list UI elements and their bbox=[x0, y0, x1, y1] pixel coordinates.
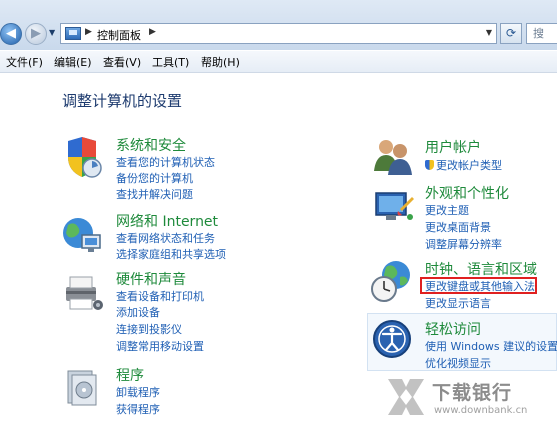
watermark-url: www.downbank.cn bbox=[434, 405, 528, 416]
ease-of-access-icon[interactable] bbox=[370, 317, 414, 361]
link-adjust-screen-resolution[interactable]: 调整屏幕分辨率 bbox=[425, 236, 502, 252]
link-devices-printers[interactable]: 查看设备和打印机 bbox=[116, 288, 204, 304]
programs-icon[interactable] bbox=[60, 365, 104, 409]
breadcrumb-control-panel[interactable]: 控制面板 bbox=[97, 27, 141, 43]
breadcrumb-separator-icon[interactable]: ▶ bbox=[85, 27, 92, 37]
network-internet-icon[interactable] bbox=[60, 213, 104, 257]
menu-help[interactable]: 帮助(H) bbox=[201, 54, 240, 70]
category-ease-of-access[interactable]: 轻松访问 bbox=[425, 319, 481, 339]
link-homegroup-sharing[interactable]: 选择家庭组和共享选项 bbox=[116, 246, 226, 262]
link-view-computer-status[interactable]: 查看您的计算机状态 bbox=[116, 154, 215, 170]
link-get-programs[interactable]: 获得程序 bbox=[116, 401, 160, 417]
control-panel-icon bbox=[65, 27, 81, 40]
link-optimize-video-display[interactable]: 优化视频显示 bbox=[425, 355, 491, 371]
link-mobility-settings[interactable]: 调整常用移动设置 bbox=[116, 338, 204, 354]
watermark-logo-icon bbox=[388, 379, 424, 415]
clock-language-region-icon[interactable] bbox=[370, 259, 414, 303]
category-clock-language-region[interactable]: 时钟、语言和区域 bbox=[425, 259, 537, 279]
link-add-device[interactable]: 添加设备 bbox=[116, 304, 160, 320]
recent-pages-dropdown-icon[interactable]: ▼ bbox=[49, 28, 55, 37]
page-title: 调整计算机的设置 bbox=[62, 92, 183, 110]
menu-bar: 文件(F) 编辑(E) 查看(V) 工具(T) 帮助(H) bbox=[0, 51, 557, 73]
watermark: 下载银行 www.downbank.cn bbox=[384, 375, 554, 423]
refresh-icon: ⟳ bbox=[505, 26, 517, 40]
category-system-security[interactable]: 系统和安全 bbox=[116, 135, 186, 155]
watermark-name: 下载银行 bbox=[432, 382, 513, 404]
link-change-display-language[interactable]: 更改显示语言 bbox=[425, 295, 491, 311]
link-change-desktop-background[interactable]: 更改桌面背景 bbox=[425, 219, 491, 235]
link-troubleshoot[interactable]: 查找并解决问题 bbox=[116, 186, 193, 202]
refresh-button[interactable]: ⟳ bbox=[500, 23, 522, 44]
menu-edit[interactable]: 编辑(E) bbox=[54, 54, 92, 70]
control-panel-content: 调整计算机的设置 系统和安全 查看您的计算机状态 备份您的计算机 查找并解决问题… bbox=[0, 73, 557, 425]
link-change-theme[interactable]: 更改主题 bbox=[425, 202, 469, 218]
link-change-account-type[interactable]: 更改帐户类型 bbox=[425, 157, 502, 173]
forward-arrow-icon: ▶ bbox=[31, 26, 41, 41]
system-security-icon[interactable] bbox=[60, 135, 104, 179]
menu-file[interactable]: 文件(F) bbox=[6, 54, 43, 70]
menu-view[interactable]: 查看(V) bbox=[103, 54, 141, 70]
link-view-network-status[interactable]: 查看网络状态和任务 bbox=[116, 230, 215, 246]
menu-tools[interactable]: 工具(T) bbox=[152, 54, 189, 70]
user-accounts-icon[interactable] bbox=[372, 135, 416, 179]
hardware-sound-icon[interactable] bbox=[60, 271, 104, 315]
link-uninstall-program[interactable]: 卸载程序 bbox=[116, 384, 160, 400]
search-placeholder: 搜 bbox=[533, 27, 544, 40]
category-appearance-personalization[interactable]: 外观和个性化 bbox=[425, 183, 509, 203]
search-input[interactable]: 搜 bbox=[526, 23, 557, 44]
uac-shield-icon bbox=[425, 160, 434, 170]
category-user-accounts[interactable]: 用户帐户 bbox=[425, 137, 481, 157]
forward-button[interactable]: ▶ bbox=[25, 23, 47, 45]
highlight-annotation-box bbox=[420, 277, 537, 294]
breadcrumb-separator-icon[interactable]: ▶ bbox=[149, 27, 156, 37]
category-programs[interactable]: 程序 bbox=[116, 365, 144, 385]
address-input[interactable]: ▶ 控制面板 ▶ ▼ bbox=[60, 23, 497, 44]
address-dropdown-icon[interactable]: ▼ bbox=[486, 28, 492, 37]
back-arrow-icon: ◀ bbox=[6, 26, 16, 41]
category-network-internet[interactable]: 网络和 Internet bbox=[116, 211, 218, 231]
category-hardware-sound[interactable]: 硬件和声音 bbox=[116, 269, 186, 289]
link-windows-recommended-settings[interactable]: 使用 Windows 建议的设置 bbox=[425, 338, 557, 354]
address-bar-area: ◀ ▶ ▼ ▶ 控制面板 ▶ ▼ ⟳ 搜 bbox=[0, 0, 557, 50]
back-button[interactable]: ◀ bbox=[0, 23, 22, 45]
link-change-account-type-label: 更改帐户类型 bbox=[436, 159, 502, 172]
link-connect-projector[interactable]: 连接到投影仪 bbox=[116, 321, 182, 337]
appearance-personalization-icon[interactable] bbox=[372, 185, 416, 229]
link-backup-computer[interactable]: 备份您的计算机 bbox=[116, 170, 193, 186]
